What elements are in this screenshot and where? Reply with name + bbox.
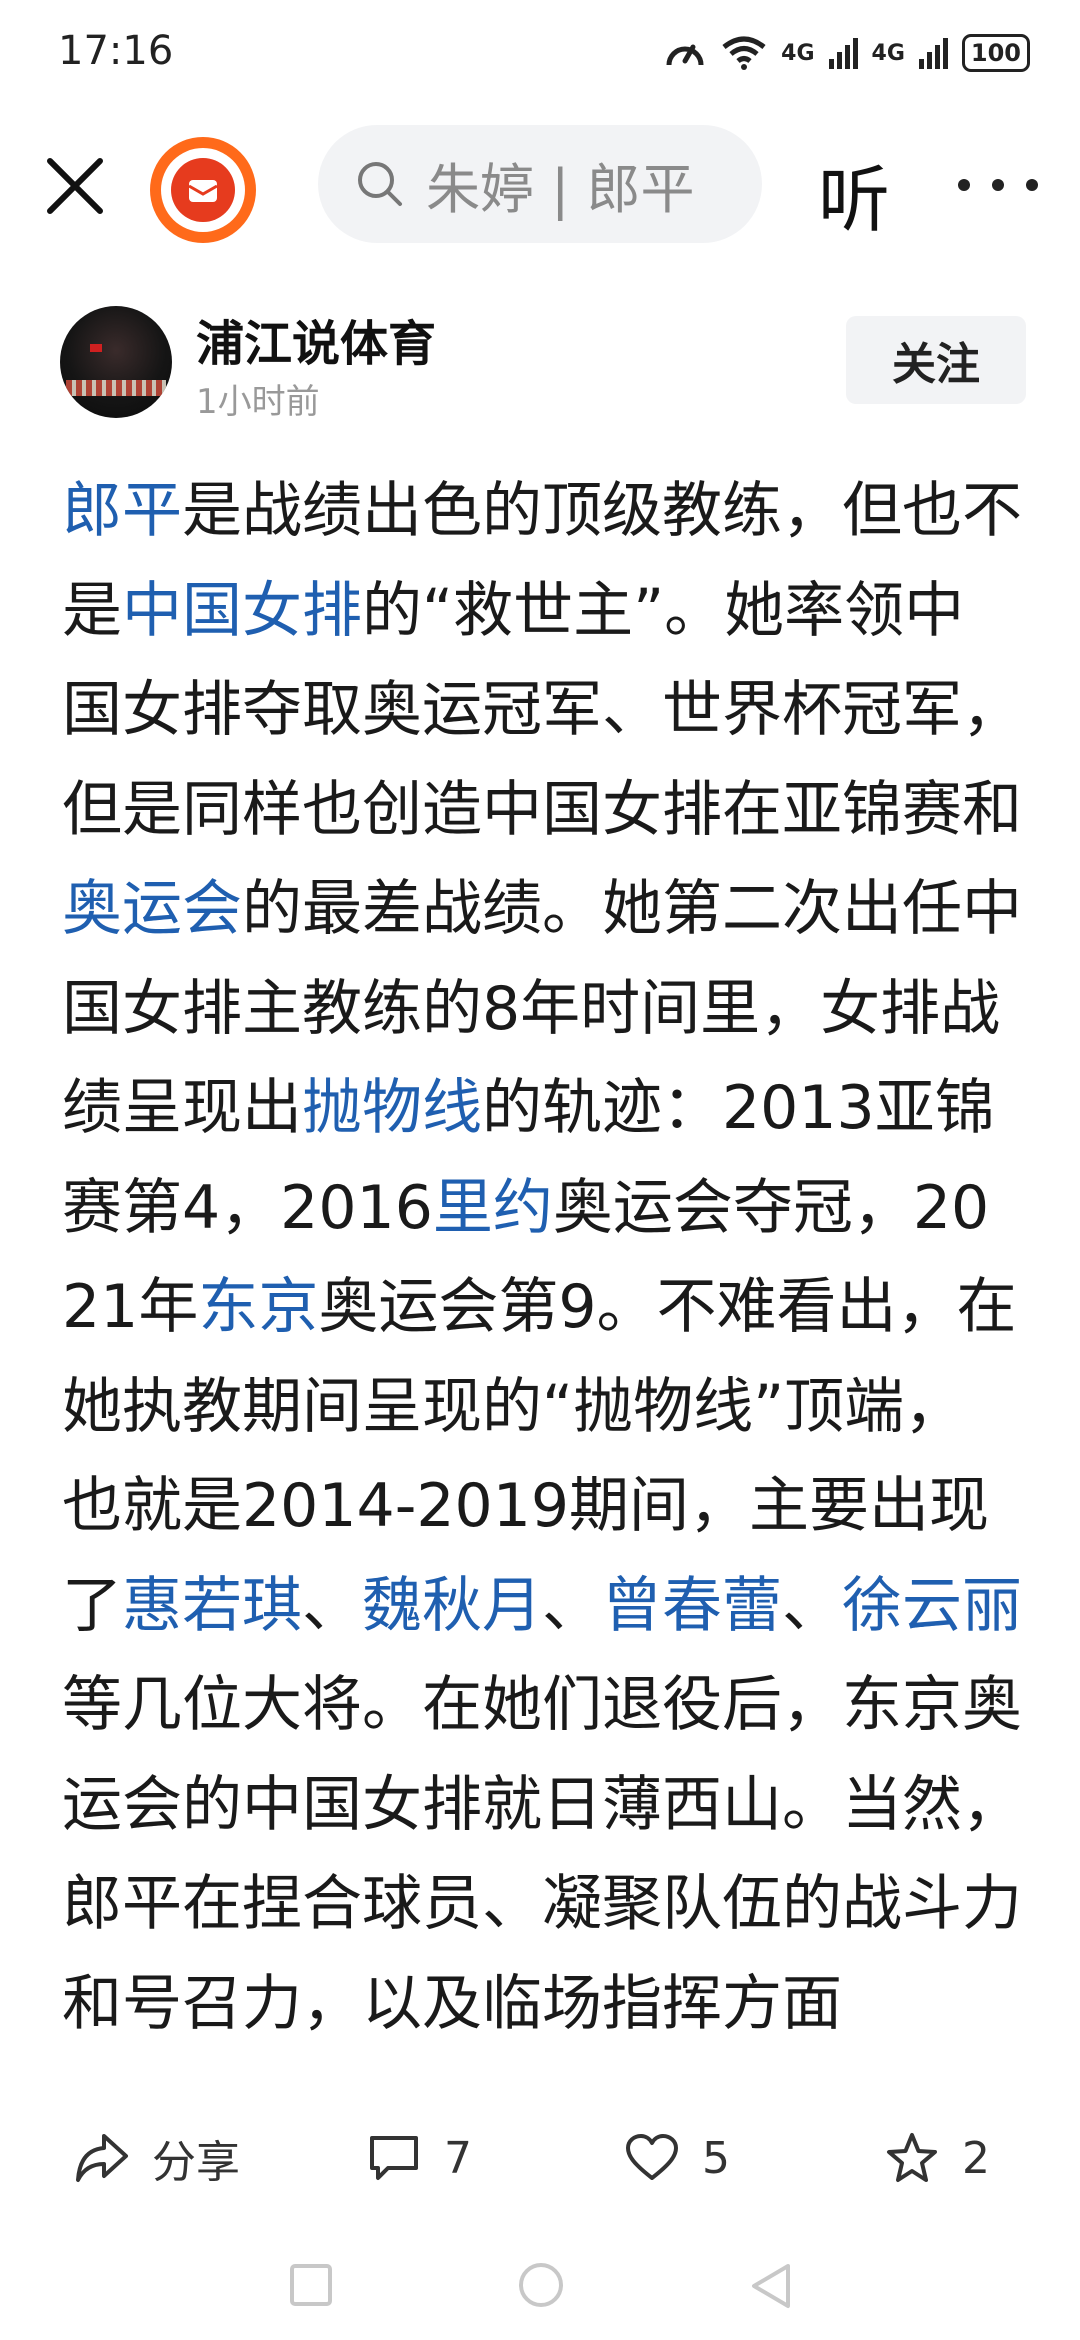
follow-button[interactable]: 关注 [846,316,1026,404]
article-link[interactable]: 东京 [198,1272,318,1342]
comment-icon [370,2136,418,2180]
like-count: 5 [702,2132,730,2184]
article-link[interactable]: 里约 [433,1173,553,1243]
author-name[interactable]: 浦江说体育 [196,304,436,374]
recent-apps-icon[interactable] [288,2262,334,2308]
status-bar: 17:16 4G 4G 100 [0,0,1080,110]
share-button[interactable]: 分享 [74,2108,240,2208]
article-link[interactable]: 中国女排 [122,576,362,646]
like-button[interactable]: 5 [624,2108,730,2208]
more-options-icon[interactable] [958,145,1038,225]
battery-indicator: 100 [961,34,1030,72]
comment-count: 7 [444,2132,472,2184]
status-icons: 4G 4G 100 [663,28,1030,78]
post-time: 1小时前 [196,382,320,422]
search-icon [358,162,402,206]
star-icon [887,2133,937,2182]
avatar[interactable] [60,306,172,418]
system-nav-bar [0,2248,1080,2340]
article-text: 等几位大将。在她们退役后，东京奥运会的中国女排就日薄西山。当然，郎平在捏合球员、… [62,1670,1022,2039]
status-time: 17:16 [58,28,174,74]
listen-button[interactable]: 听 [818,141,890,246]
network-label-1: 4G [781,40,815,66]
article-link[interactable]: 奥运会 [62,874,242,944]
share-label: 分享 [152,2137,240,2188]
article-link[interactable]: 惠若琪 [122,1571,302,1641]
action-bar: 分享 7 5 2 [0,2108,1080,2208]
article-link[interactable]: 郎平 [62,476,182,546]
home-icon[interactable] [516,2262,566,2312]
share-icon [76,2134,128,2182]
wifi-icon [722,36,766,70]
back-icon[interactable] [748,2262,794,2312]
hotspot-icon [666,44,704,66]
top-bar: 朱婷 | 郎平 听 [0,125,1080,245]
article-link[interactable]: 抛物线 [302,1073,482,1143]
article-body: 郎平是战绩出色的顶级教练，但也不是中国女排的“救世主”。她率领中国女排夺取奥运冠… [62,462,1022,2084]
article-link[interactable]: 曾春蕾 [602,1571,782,1641]
favorite-button[interactable]: 2 [884,2108,990,2208]
article-text: 、 [542,1570,602,1641]
search-input[interactable]: 朱婷 | 郎平 [318,125,762,243]
search-placeholder: 朱婷 | 郎平 [426,157,695,221]
article-link[interactable]: 魏秋月 [362,1571,542,1641]
signal-icon-2 [918,37,948,69]
close-icon[interactable] [42,153,108,219]
favorite-count: 2 [962,2132,990,2184]
network-label-2: 4G [871,40,905,66]
app-logo[interactable] [150,137,256,243]
red-envelope-icon [188,180,218,202]
heart-icon [626,2134,678,2180]
comment-button[interactable]: 7 [366,2108,472,2208]
signal-icon-1 [828,37,858,69]
article-link[interactable]: 徐云丽 [842,1571,1022,1641]
article-text: 、 [302,1570,362,1641]
article-text: 、 [782,1570,842,1641]
